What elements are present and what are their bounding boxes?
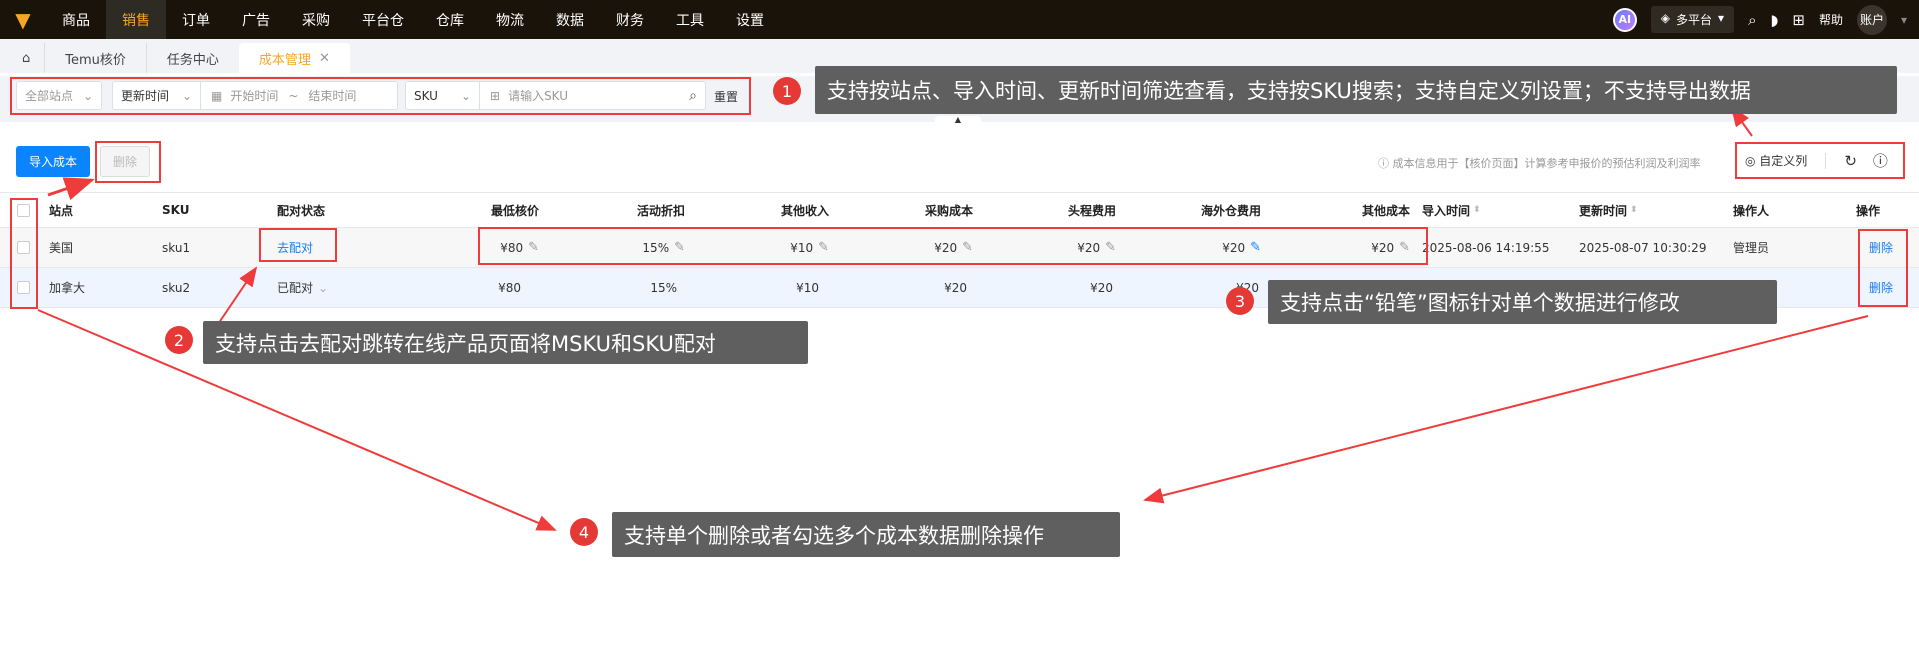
cell-operator: 管理员	[1733, 241, 1770, 255]
header-overseas: 海外仓费用	[1200, 203, 1261, 218]
nav-item[interactable]: 设置	[720, 0, 780, 39]
header-match-status: 配对状态	[277, 203, 326, 218]
header-update-time[interactable]: 更新时间 ⬍	[1579, 193, 1638, 227]
nav-item[interactable]: 平台仓	[346, 0, 420, 39]
help-link[interactable]: 帮助	[1819, 11, 1843, 28]
nav-item[interactable]: 物流	[480, 0, 540, 39]
platform-select[interactable]: ◈ 多平台 ▾	[1650, 6, 1735, 33]
header-purchase-cost: 采购成本	[924, 203, 973, 218]
header-label: 更新时间	[1579, 203, 1628, 218]
header-operator: 操作人	[1733, 203, 1770, 218]
annotation-callout: 支持单个删除或者勾选多个成本数据删除操作	[612, 512, 1120, 557]
nav-item[interactable]: 商品	[46, 0, 106, 39]
tab-temu-pricing[interactable]: Temu核价	[44, 43, 146, 73]
annotation-box-match	[259, 228, 337, 262]
sort-icon[interactable]: ⬍	[1630, 205, 1638, 215]
annotation-number: 4	[570, 518, 598, 546]
nav-item[interactable]: 广告	[226, 0, 286, 39]
annotation-box-edit	[478, 227, 1428, 265]
info-icon: ⓘ	[1378, 157, 1393, 170]
header-other-cost: 其他成本	[1361, 203, 1410, 218]
cell-other-income: ¥10	[796, 280, 819, 295]
annotation-callout: 支持按站点、导入时间、更新时间筛选查看，支持按SKU搜索；支持自定义列设置；不支…	[815, 66, 1897, 114]
nav-item[interactable]: 数据	[540, 0, 600, 39]
chevron-down-icon: ⌄	[318, 280, 329, 295]
annotation-box-delete-col	[1858, 229, 1908, 307]
annotation-number: 1	[773, 77, 801, 105]
cell-update-time: 2025-08-07 10:30:29	[1579, 240, 1707, 255]
home-icon[interactable]: ⌂	[18, 43, 44, 73]
header-import-time[interactable]: 导入时间 ⬍	[1422, 193, 1481, 227]
annotation-callout: 支持点击“铅笔”图标针对单个数据进行修改	[1268, 280, 1777, 324]
cell-sku: sku1	[162, 240, 191, 255]
headset-icon[interactable]: ◗	[1770, 11, 1778, 29]
header-action: 操作	[1856, 203, 1881, 218]
match-status-label: 已配对	[277, 281, 314, 295]
tab-task-center[interactable]: 任务中心	[145, 43, 239, 73]
annotation-number: 3	[1226, 287, 1254, 315]
nav-item[interactable]: 订单	[166, 0, 226, 39]
cell-import-time: 2025-08-06 14:19:55	[1422, 240, 1550, 255]
header-other-income: 其他收入	[780, 203, 829, 218]
info-text: 成本信息用于【核价页面】计算参考申报价的预估利润及利润率	[1392, 157, 1701, 170]
nav-item[interactable]: 财务	[600, 0, 660, 39]
header-sku: SKU	[162, 203, 190, 217]
account-label: 账户	[1859, 13, 1884, 27]
cell-sku: sku2	[162, 280, 191, 295]
info-note: ⓘ 成本信息用于【核价页面】计算参考申报价的预估利润及利润率	[1378, 155, 1701, 171]
ai-button[interactable]: AI	[1612, 7, 1637, 32]
annotation-box-delete	[95, 141, 161, 183]
header-min-price: 最低核价	[490, 203, 539, 218]
caret-down-icon: ▾	[1718, 11, 1725, 25]
header-first-leg: 头程费用	[1067, 203, 1116, 218]
cell-discount: 15%	[650, 280, 677, 295]
apps-grid-icon[interactable]: ⊞	[1792, 11, 1805, 29]
tab-label: 成本管理	[258, 52, 311, 68]
annotation-box-custom	[1735, 142, 1905, 179]
platform-icon: ◈	[1660, 11, 1671, 25]
header-label: 导入时间	[1422, 203, 1471, 218]
annotation-box-checkbox	[10, 198, 38, 309]
cell-min-price: ¥80	[498, 280, 521, 295]
header-discount: 活动折扣	[636, 203, 685, 218]
platform-label: 多平台	[1676, 13, 1713, 27]
table-header: 站点 SKU 配对状态 最低核价 活动折扣 其他收入 采购成本 头程费用 海外仓…	[0, 192, 1919, 228]
cell-purchase: ¥20	[944, 280, 967, 295]
match-status[interactable]: 已配对 ⌄	[277, 268, 328, 307]
cell-site: 美国	[49, 241, 74, 255]
nav-item[interactable]: 采购	[286, 0, 346, 39]
caret-down-icon[interactable]: ▾	[1901, 13, 1907, 27]
fox-logo-icon[interactable]: ▼	[0, 0, 46, 39]
annotation-callout: 支持点击去配对跳转在线产品页面将MSKU和SKU配对	[203, 321, 808, 364]
search-icon[interactable]: ⌕	[1748, 11, 1756, 29]
sort-icon[interactable]: ⬍	[1473, 205, 1481, 215]
account-avatar[interactable]: 账户	[1856, 4, 1887, 35]
tab-cost-management[interactable]: 成本管理 ✕	[238, 43, 350, 73]
close-icon[interactable]: ✕	[319, 51, 330, 66]
nav-item[interactable]: 工具	[660, 0, 720, 39]
annotation-box-filter	[10, 77, 751, 115]
nav-item-active[interactable]: 销售	[106, 0, 166, 39]
top-nav: ▼ 商品 销售 订单 广告 采购 平台仓 仓库 物流 数据 财务 工具 设置 A…	[0, 0, 1919, 39]
annotation-number: 2	[165, 326, 193, 354]
header-site: 站点	[49, 203, 74, 218]
cell-first-leg: ¥20	[1090, 280, 1113, 295]
import-cost-button[interactable]: 导入成本	[16, 146, 90, 177]
nav-item[interactable]: 仓库	[420, 0, 480, 39]
collapse-toggle-icon[interactable]: ▲	[935, 116, 981, 124]
cell-site: 加拿大	[49, 281, 86, 295]
